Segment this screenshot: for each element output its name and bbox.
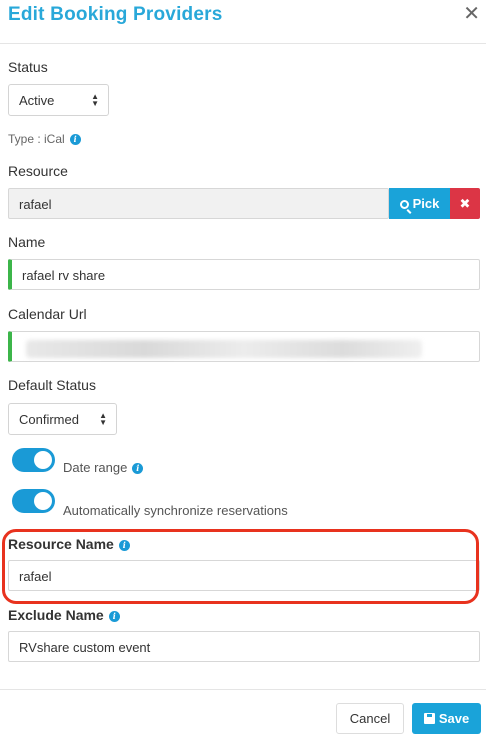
pick-button[interactable]: Pick [389, 188, 450, 219]
resource-name-label: Resource Name [8, 536, 114, 552]
date-range-row: Date range i [63, 460, 144, 475]
resource-input: rafael [8, 188, 389, 219]
exclude-name-row: Exclude Name i [8, 607, 120, 623]
footer-divider [0, 689, 486, 690]
resource-name-row: Resource Name i [8, 536, 130, 552]
pick-button-label: Pick [412, 196, 440, 211]
toggle-knob [34, 451, 52, 469]
default-status-select[interactable]: Confirmed ▲ ▼ [8, 403, 117, 435]
dialog-header: Edit Booking Providers ✕ [0, 0, 486, 44]
info-icon[interactable]: i [118, 540, 130, 551]
save-button[interactable]: Save [412, 703, 481, 734]
default-status-value: Confirmed [19, 412, 79, 427]
name-label: Name [8, 234, 46, 250]
clear-resource-button[interactable]: ✖ [450, 188, 480, 219]
select-arrows-icon: ▲ ▼ [91, 92, 99, 108]
redacted-url-blur [26, 340, 422, 358]
status-select-value: Active [19, 93, 55, 108]
type-text: Type : iCal [8, 132, 65, 146]
info-icon[interactable]: i [69, 134, 81, 145]
search-icon [399, 200, 409, 209]
exclude-name-label: Exclude Name [8, 607, 104, 623]
resource-label: Resource [8, 163, 68, 179]
status-select[interactable]: Active ▲ ▼ [8, 84, 109, 116]
status-label: Status [8, 59, 48, 75]
exclude-name-input[interactable]: RVshare custom event [8, 631, 480, 662]
info-icon[interactable]: i [132, 463, 144, 474]
save-button-label: Save [438, 711, 470, 726]
date-range-toggle[interactable] [12, 448, 55, 472]
type-text-row: Type : iCal i [8, 132, 81, 146]
date-range-label: Date range [63, 460, 128, 475]
cancel-button[interactable]: Cancel [336, 703, 404, 734]
floppy-icon [423, 713, 435, 724]
select-arrows-icon: ▲ ▼ [99, 411, 107, 427]
toggle-knob [34, 492, 52, 510]
name-input[interactable]: rafael rv share [8, 259, 480, 290]
auto-sync-label: Automatically synchronize reservations [63, 503, 288, 518]
close-icon[interactable]: ✕ [463, 1, 480, 26]
calendar-url-label: Calendar Url [8, 306, 87, 322]
info-icon[interactable]: i [108, 611, 120, 622]
dialog-title: Edit Booking Providers [8, 4, 223, 25]
resource-name-input[interactable]: rafael [8, 560, 480, 591]
auto-sync-toggle[interactable] [12, 489, 55, 513]
default-status-label: Default Status [8, 377, 96, 393]
